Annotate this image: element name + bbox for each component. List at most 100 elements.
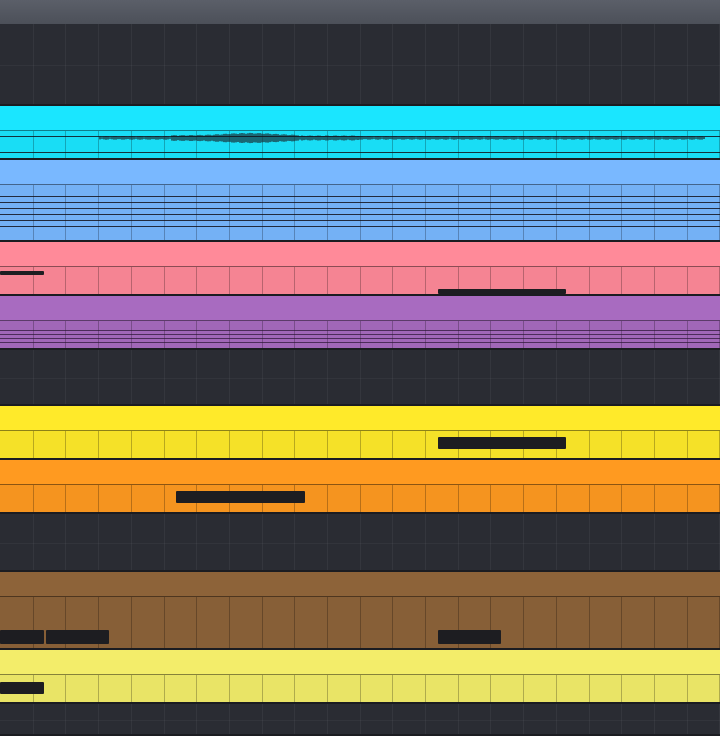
grid-line (523, 675, 524, 703)
clip-body[interactable] (0, 674, 720, 703)
grid-line (360, 267, 361, 295)
midi-clip[interactable] (0, 460, 720, 514)
grid-line (131, 485, 132, 513)
grid-line (33, 321, 34, 349)
empty-track-lane[interactable] (0, 350, 720, 406)
grid-line (360, 485, 361, 513)
grid-line (654, 185, 655, 241)
lane-midline (0, 720, 720, 721)
grid-line (164, 267, 165, 295)
grid-line (556, 597, 557, 649)
clip-header[interactable] (0, 460, 720, 484)
grid-line (65, 185, 66, 241)
grid-line (327, 675, 328, 703)
empty-track-lane[interactable] (0, 514, 720, 572)
grid-line (654, 485, 655, 513)
midi-note[interactable] (176, 491, 305, 503)
grid-line (196, 597, 197, 649)
waveform-icon (99, 132, 705, 144)
grid-line (687, 267, 688, 295)
grid-line (621, 675, 622, 703)
midi-clip[interactable] (0, 242, 720, 296)
grid-line (556, 485, 557, 513)
clip-body[interactable] (0, 484, 720, 513)
grid-line (262, 597, 263, 649)
clip-header[interactable] (0, 650, 720, 674)
grid-line (164, 675, 165, 703)
grid-line (589, 431, 590, 459)
clip-body[interactable] (0, 184, 720, 241)
grid-line (589, 267, 590, 295)
grid-line (556, 321, 557, 349)
grid-line (294, 431, 295, 459)
grid-line (196, 267, 197, 295)
grid-line (687, 485, 688, 513)
clip-header[interactable] (0, 572, 720, 596)
timeline-ruler[interactable] (0, 0, 720, 25)
grid-line (490, 321, 491, 349)
midi-clip[interactable] (0, 296, 720, 350)
arrangement-view[interactable] (0, 0, 720, 736)
grid-line (164, 185, 165, 241)
grid-line (654, 431, 655, 459)
grid-line (196, 431, 197, 459)
clip-header[interactable] (0, 160, 720, 184)
clip-header[interactable] (0, 406, 720, 430)
grid-line (523, 185, 524, 241)
midi-note[interactable] (438, 630, 501, 644)
audio-clip[interactable] (0, 106, 720, 160)
grid-line (229, 597, 230, 649)
grid-line (327, 185, 328, 241)
grid-line (621, 185, 622, 241)
grid-line (131, 675, 132, 703)
grid-line (131, 321, 132, 349)
grid-line (262, 431, 263, 459)
midi-clip[interactable] (0, 650, 720, 704)
midi-note[interactable] (0, 682, 44, 694)
grid-line (360, 597, 361, 649)
midi-note[interactable] (0, 271, 44, 275)
clip-header[interactable] (0, 296, 720, 320)
grid-line (458, 185, 459, 241)
midi-clip[interactable] (0, 406, 720, 460)
note-row-line (0, 136, 720, 137)
grid-line (687, 321, 688, 349)
clip-body[interactable] (0, 266, 720, 295)
grid-line (294, 597, 295, 649)
clip-body[interactable] (0, 430, 720, 459)
grid-line (196, 185, 197, 241)
lane-midline (0, 65, 720, 66)
grid-line (131, 431, 132, 459)
grid-line (392, 185, 393, 241)
midi-clip[interactable] (0, 572, 720, 650)
automation-line (0, 334, 720, 335)
grid-line (229, 321, 230, 349)
grid-line (589, 675, 590, 703)
midi-clip[interactable] (0, 160, 720, 242)
grid-line (392, 485, 393, 513)
midi-note[interactable] (438, 437, 566, 449)
note-row-line (0, 208, 720, 209)
grid-line (687, 597, 688, 649)
grid-line (654, 597, 655, 649)
grid-line (98, 267, 99, 295)
grid-line (654, 267, 655, 295)
midi-note[interactable] (46, 630, 109, 644)
grid-line (262, 185, 263, 241)
grid-line (327, 485, 328, 513)
grid-line (490, 675, 491, 703)
grid-line (687, 185, 688, 241)
grid-line (523, 597, 524, 649)
empty-track-lane[interactable] (0, 24, 720, 106)
empty-track-lane[interactable] (0, 704, 720, 736)
midi-note[interactable] (0, 630, 44, 644)
grid-line (425, 675, 426, 703)
grid-line (98, 321, 99, 349)
note-row-line (0, 220, 720, 221)
grid-line (392, 267, 393, 295)
clip-header[interactable] (0, 242, 720, 266)
grid-line (164, 431, 165, 459)
grid-line (392, 431, 393, 459)
grid-line (687, 431, 688, 459)
grid-line (425, 431, 426, 459)
